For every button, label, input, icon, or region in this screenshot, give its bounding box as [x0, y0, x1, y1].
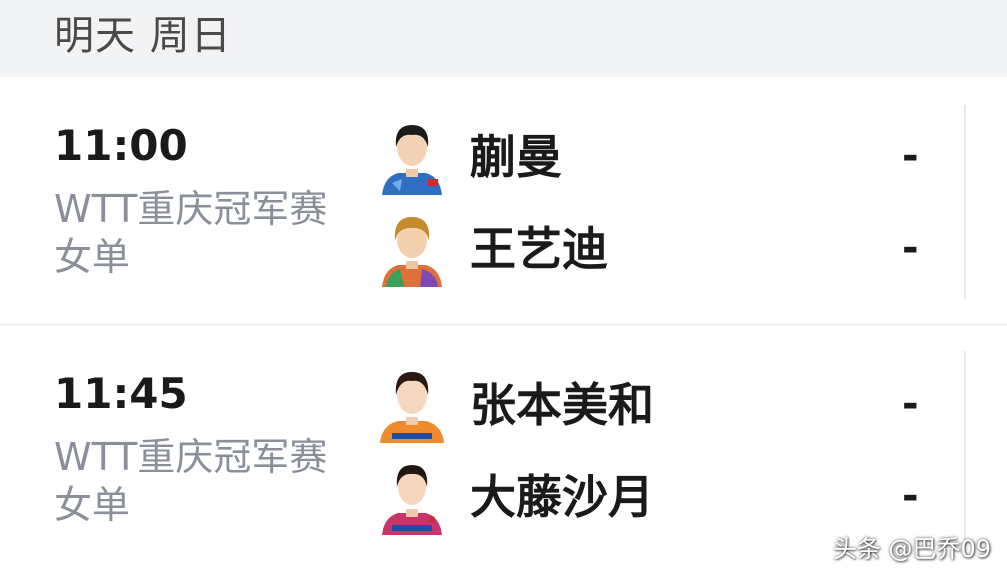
match-event: WTT重庆冠军赛 女单	[54, 185, 354, 281]
player-avatar-icon	[382, 125, 442, 195]
player-row[interactable]: 蒯曼 -	[378, 117, 958, 197]
event-name: WTT重庆冠军赛	[54, 187, 328, 231]
divider	[964, 351, 966, 547]
event-category: 女单	[54, 235, 131, 279]
player-avatar-icon	[382, 217, 442, 287]
player-avatar-icon	[380, 372, 444, 443]
player-avatar-icon	[382, 465, 442, 535]
player-score: -	[902, 381, 919, 427]
player-name: 张本美和	[470, 378, 654, 432]
day-header: 明天 周日	[0, 0, 1007, 77]
event-category: 女单	[54, 483, 131, 527]
player-name: 蒯曼	[470, 130, 562, 184]
match-time: 11:45	[54, 369, 188, 418]
player-name: 王艺迪	[470, 222, 608, 276]
player-row[interactable]: 王艺迪 -	[378, 209, 958, 289]
match-time: 11:00	[54, 121, 188, 170]
schedule-page: 明天 周日 11:00 WTT重庆冠军赛 女单 蒯曼 - 王艺迪 - 11:45…	[0, 0, 1007, 576]
player-score: -	[902, 133, 919, 179]
player-row[interactable]: 大藤沙月 -	[378, 457, 958, 537]
player-score: -	[902, 225, 919, 271]
match-event: WTT重庆冠军赛 女单	[54, 433, 354, 529]
match-card[interactable]: 11:00 WTT重庆冠军赛 女单 蒯曼 - 王艺迪 -	[0, 77, 1007, 323]
player-name: 大藤沙月	[470, 470, 654, 524]
day-title: 明天 周日	[54, 13, 232, 59]
divider	[964, 105, 966, 299]
watermark: 头条 @巴乔09	[832, 535, 991, 563]
player-row[interactable]: 张本美和 -	[378, 365, 958, 445]
player-score: -	[902, 473, 919, 519]
event-name: WTT重庆冠军赛	[54, 435, 328, 479]
